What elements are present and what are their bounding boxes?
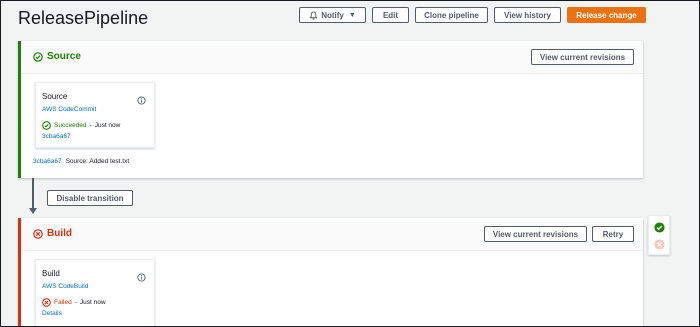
arrow-down-icon [29,208,37,214]
stage-title: Source [47,51,81,62]
page-title: ReleasePipeline [18,8,149,28]
stage-title: Build [47,228,72,239]
x-circle-icon [42,298,51,307]
notify-label: Notify [321,10,344,20]
action-card-build: Build AWS CodeBuild Failed - Just now De… [35,259,155,327]
stage-header: Source View current revisions [21,41,643,74]
status-text: Failed [54,299,72,306]
revision-summary-link[interactable]: 3cba6a67 [33,158,62,165]
check-circle-icon [42,121,51,130]
view-current-revisions-button[interactable]: View current revisions [531,49,634,65]
bell-icon [309,10,318,20]
view-history-button[interactable]: View history [494,7,561,23]
action-provider-link[interactable]: AWS CodeCommit [42,106,96,113]
info-icon[interactable] [137,92,146,105]
disable-transition-button[interactable]: Disable transition [47,190,133,206]
action-name: Source [42,92,68,101]
notify-button[interactable]: Notify ▼ [299,7,366,23]
action-status: Failed - Just now [42,298,106,307]
clone-pipeline-button[interactable]: Clone pipeline [415,7,488,23]
revision-summary-message: Source: Added test.txt [65,158,130,165]
x-circle-icon [33,228,43,239]
action-name: Build [42,269,60,278]
action-status: Succeeded - Just now [42,121,120,130]
revision-link[interactable]: 3cba6a67 [42,133,71,140]
stage-build: Build View current revisions Retry Build… [18,218,643,327]
transition-arrow [32,178,34,210]
status-text: Succeeded [54,122,87,129]
stage-header: Build View current revisions Retry [21,218,643,251]
stage-name-build: Build [33,228,72,239]
scrollbar[interactable] [682,1,699,326]
release-change-button[interactable]: Release change [567,7,646,23]
check-circle-icon [33,51,43,62]
caret-down-icon: ▼ [348,11,356,19]
stage-status-panel [648,215,670,255]
revision-summary: 3cba6a67 Source: Added test.txt [33,158,129,165]
edit-button[interactable]: Edit [372,7,409,23]
status-time: Just now [94,122,121,129]
x-circle-icon[interactable] [654,239,665,250]
separator: - [89,122,92,129]
separator: - [74,299,77,306]
action-card-source: Source AWS CodeCommit Succeeded - Just n… [35,82,155,148]
stage-source: Source View current revisions Source AWS… [18,41,643,178]
details-link[interactable]: Details [42,310,62,317]
view-current-revisions-button[interactable]: View current revisions [484,226,587,242]
status-time: Just now [79,299,106,306]
info-icon[interactable] [137,269,146,282]
check-circle-icon[interactable] [654,222,665,233]
stage-name-source: Source [33,51,81,62]
action-provider-link[interactable]: AWS CodeBuild [42,283,88,290]
retry-button[interactable]: Retry [592,226,634,242]
